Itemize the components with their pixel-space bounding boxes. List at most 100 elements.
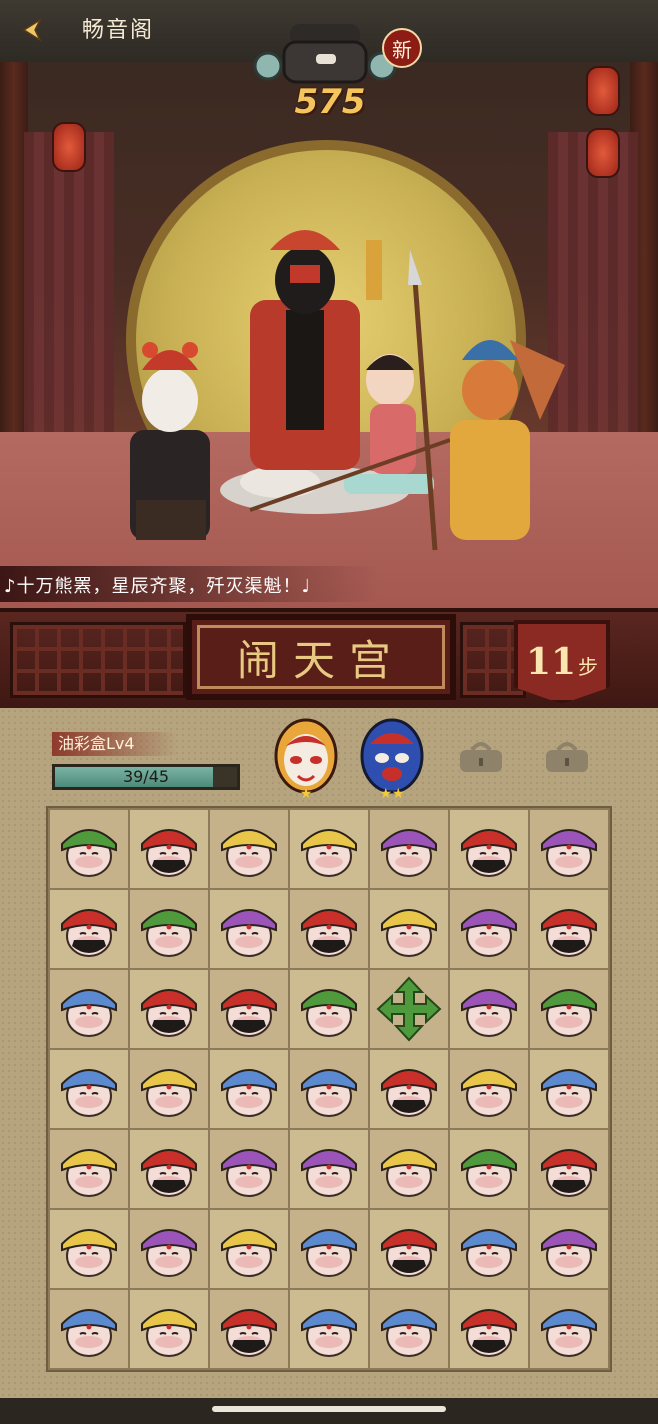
board-tile[interactable] — [370, 1130, 448, 1208]
board-tile[interactable] — [290, 1050, 368, 1128]
blue-opera-face-icon — [61, 1309, 117, 1357]
board-tile[interactable] — [450, 1290, 528, 1368]
red-opera-face-icon — [301, 909, 357, 957]
board-tile[interactable] — [450, 970, 528, 1048]
red-opera-face-icon — [141, 989, 197, 1037]
purple-opera-face-icon — [541, 829, 597, 877]
board-tile[interactable] — [130, 1210, 208, 1288]
yellow-opera-face-icon — [381, 1149, 437, 1197]
red-opera-face-icon — [221, 1309, 277, 1357]
board-tile[interactable] — [50, 890, 128, 968]
board-tile[interactable] — [370, 1290, 448, 1368]
lantern-icon — [52, 122, 86, 172]
yellow-opera-face-icon — [61, 1229, 117, 1277]
board-tile[interactable] — [130, 890, 208, 968]
board-tile[interactable] — [290, 890, 368, 968]
board-tile[interactable] — [50, 970, 128, 1048]
board-tile[interactable] — [530, 1130, 608, 1208]
board-tile[interactable] — [130, 1050, 208, 1128]
blue-opera-face-icon — [301, 1069, 357, 1117]
purple-opera-face-icon — [461, 989, 517, 1037]
blue-opera-face-icon — [301, 1229, 357, 1277]
score-value: 575 — [294, 82, 366, 122]
board-tile[interactable] — [530, 1290, 608, 1368]
board-tile[interactable] — [530, 810, 608, 888]
monkey-king-mask-icon: ★ — [274, 718, 338, 802]
board-tile[interactable] — [530, 1050, 608, 1128]
board-tile[interactable] — [210, 970, 288, 1048]
locked-goal-slot — [544, 740, 590, 774]
board-tile[interactable] — [370, 810, 448, 888]
blue-opera-face-icon — [541, 1069, 597, 1117]
red-opera-face-icon — [461, 1309, 517, 1357]
blue-opera-face-icon — [221, 1069, 277, 1117]
board-tile[interactable] — [370, 1210, 448, 1288]
board-tile[interactable] — [210, 890, 288, 968]
board-tile[interactable] — [50, 1050, 128, 1128]
yellow-opera-face-icon — [141, 1069, 197, 1117]
board-tile[interactable] — [130, 810, 208, 888]
svg-text:★: ★ — [300, 786, 313, 800]
yellow-opera-face-icon — [221, 1229, 277, 1277]
board-tile[interactable] — [370, 1050, 448, 1128]
board-tile[interactable] — [290, 1130, 368, 1208]
board-tile[interactable] — [210, 1050, 288, 1128]
board-tile[interactable] — [290, 810, 368, 888]
blue-opera-face-icon — [61, 1069, 117, 1117]
green-opera-face-icon — [541, 989, 597, 1037]
blue-opera-face-icon — [461, 1229, 517, 1277]
steps-count: 11 — [525, 641, 577, 683]
match-board — [46, 806, 612, 1372]
board-tile[interactable] — [450, 890, 528, 968]
board-tile[interactable] — [50, 810, 128, 888]
goal-monkey-king-mask[interactable]: ★ — [274, 716, 338, 802]
home-indicator[interactable] — [212, 1406, 446, 1412]
board-tile[interactable] — [450, 1130, 528, 1208]
board-tile[interactable] — [210, 1130, 288, 1208]
four-way-arrow-icon — [376, 976, 442, 1042]
board-tile[interactable] — [290, 970, 368, 1048]
blue-opera-face-icon — [301, 1309, 357, 1357]
board-tile[interactable] — [450, 1210, 528, 1288]
board-tile[interactable] — [370, 890, 448, 968]
red-opera-face-icon — [541, 909, 597, 957]
board-tile[interactable] — [530, 890, 608, 968]
board-tile[interactable] — [530, 970, 608, 1048]
red-opera-face-icon — [381, 1069, 437, 1117]
board-tile[interactable] — [210, 1210, 288, 1288]
yellow-opera-face-icon — [301, 829, 357, 877]
new-badge: 新 — [382, 28, 422, 68]
purple-opera-face-icon — [301, 1149, 357, 1197]
board-tile[interactable] — [370, 970, 448, 1048]
board-tile[interactable] — [50, 1130, 128, 1208]
board-tile[interactable] — [50, 1210, 128, 1288]
level-name: 闹天宫 — [236, 635, 405, 685]
padlock-icon — [460, 742, 502, 772]
yellow-opera-face-icon — [461, 1069, 517, 1117]
board-tile[interactable] — [290, 1290, 368, 1368]
board-tile[interactable] — [530, 1210, 608, 1288]
yellow-opera-face-icon — [221, 829, 277, 877]
red-opera-face-icon — [141, 829, 197, 877]
back-button[interactable] — [14, 12, 50, 48]
red-robed-general-character — [250, 230, 382, 470]
lyric-text: ♪十万熊罴，星辰齐聚，歼灭渠魁！♩ — [4, 576, 311, 597]
blue-opera-face-icon — [61, 989, 117, 1037]
board-tile[interactable] — [210, 810, 288, 888]
green-opera-face-icon — [141, 909, 197, 957]
back-arrow-icon — [22, 17, 42, 43]
red-opera-face-icon — [461, 829, 517, 877]
item-name: 油彩盒Lv4 — [52, 732, 178, 756]
board-tile[interactable] — [290, 1210, 368, 1288]
board-tile[interactable] — [130, 1130, 208, 1208]
board-tile[interactable] — [130, 970, 208, 1048]
board-tile[interactable] — [450, 1050, 528, 1128]
board-tile[interactable] — [130, 1290, 208, 1368]
yellow-opera-face-icon — [61, 1149, 117, 1197]
purple-opera-face-icon — [541, 1229, 597, 1277]
purple-opera-face-icon — [461, 909, 517, 957]
goal-blue-opera-mask[interactable]: ★★ — [360, 716, 424, 802]
board-tile[interactable] — [210, 1290, 288, 1368]
board-tile[interactable] — [450, 810, 528, 888]
board-tile[interactable] — [50, 1290, 128, 1368]
